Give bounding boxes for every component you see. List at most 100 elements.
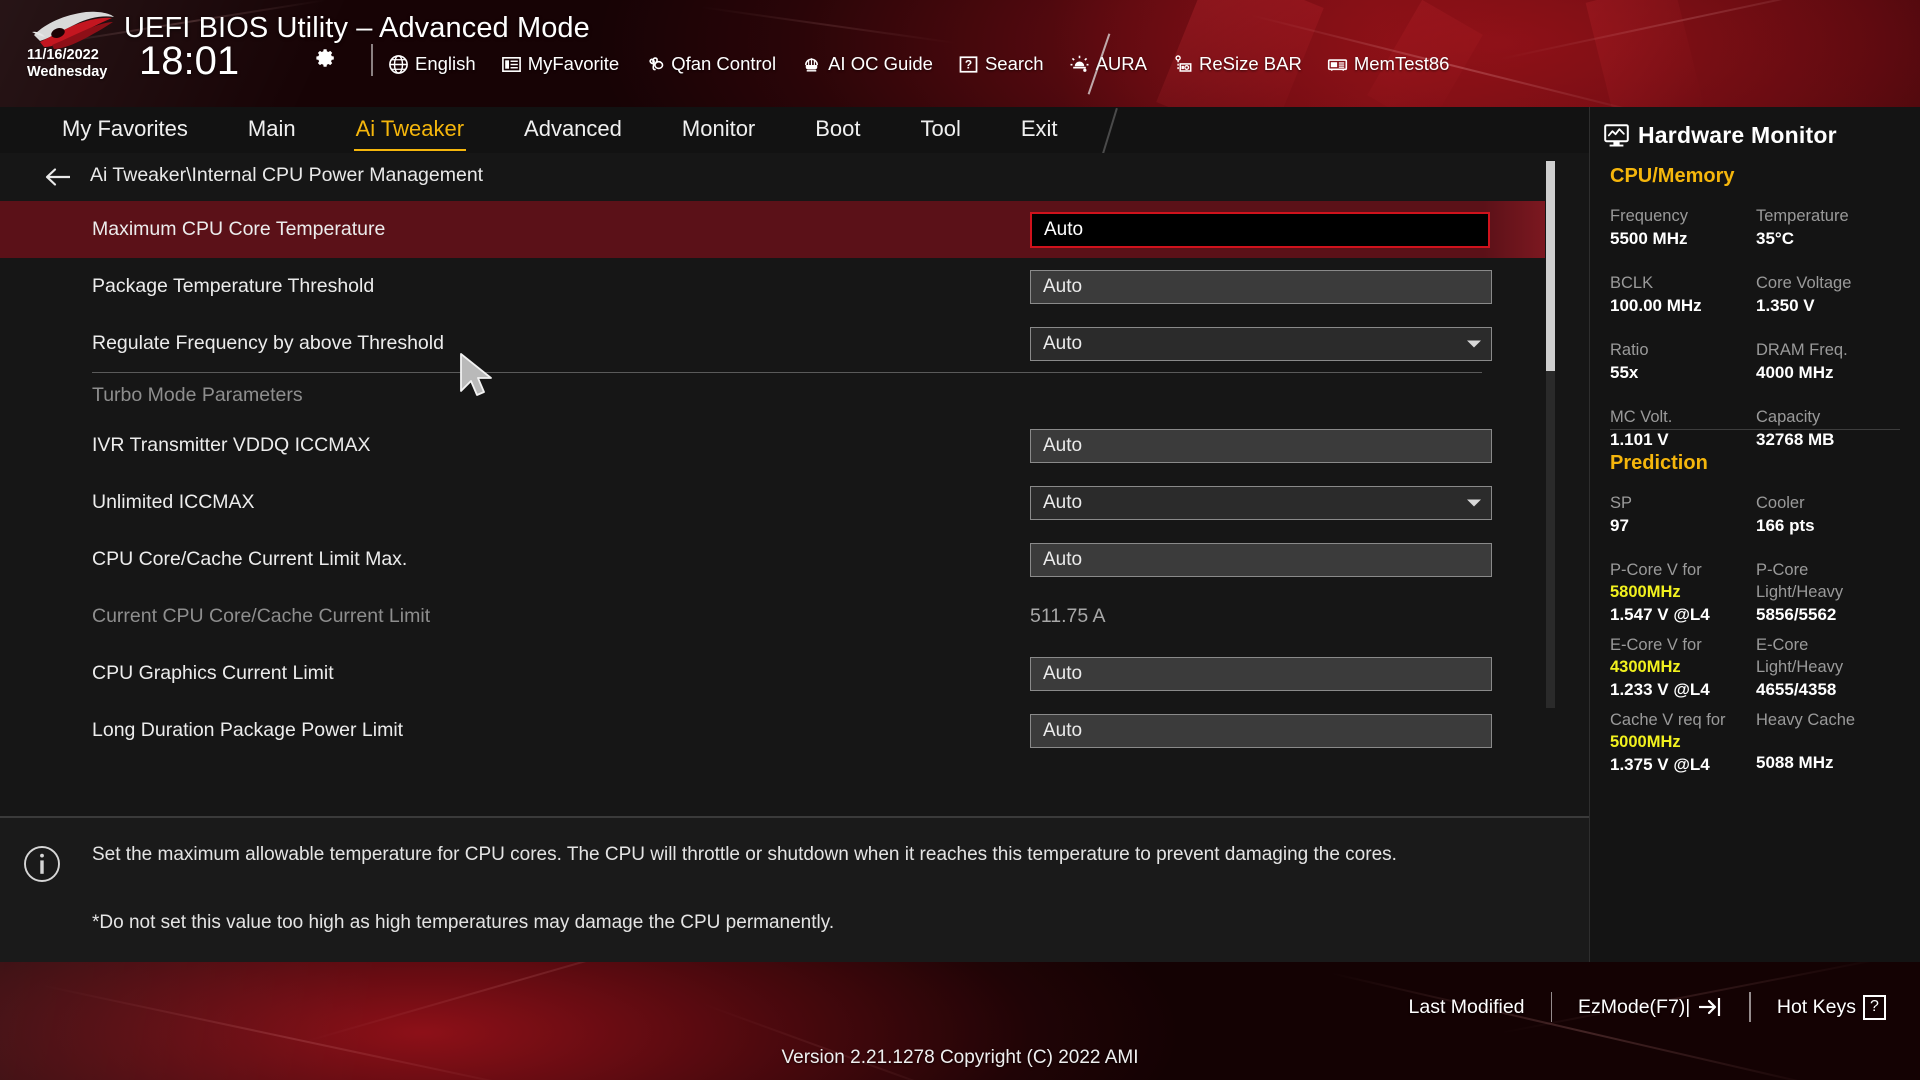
setting-row-regulate-frequency-by-above-threshold[interactable]: Regulate Frequency by above Threshold Au…	[0, 315, 1545, 372]
settings-panel: Ai Tweaker\Internal CPU Power Management…	[0, 153, 1589, 816]
tab-exit[interactable]: Exit	[1021, 116, 1058, 144]
setting-row-cpu-graphics-current-limit[interactable]: CPU Graphics Current Limit Auto	[0, 645, 1545, 702]
monitor-value: 166 pts	[1756, 516, 1815, 535]
tab-my-favorites[interactable]: My Favorites	[62, 116, 188, 144]
prediction-key-text: E-Core V for	[1610, 636, 1702, 654]
tab-ai-tweaker[interactable]: Ai Tweaker	[353, 116, 467, 151]
footer-bar: Last Modified EzMode(F7)| Hot Keys ? Ver…	[0, 962, 1920, 1080]
monitor-key: Ratio	[1610, 341, 1649, 359]
setting-value-input[interactable]: Auto	[1030, 269, 1492, 304]
prediction-key: E-Core Light/Heavy	[1756, 634, 1902, 678]
tab-main[interactable]: Main	[248, 116, 296, 144]
prediction-value: 1.547 V @L4	[1610, 605, 1710, 624]
monitor-cell: DRAM Freq. 4000 MHz	[1756, 339, 1902, 384]
setting-value-input[interactable]: Auto	[1030, 713, 1492, 748]
date-value: 11/16/2022	[27, 47, 99, 63]
help-panel: Set the maximum allowable temperature fo…	[0, 816, 1589, 962]
prediction-key: P-Core Light/Heavy	[1756, 559, 1902, 603]
setting-value-input[interactable]: Auto	[1030, 211, 1490, 248]
monitor-pair: SP 97 Cooler 166 pts	[1610, 492, 1902, 537]
monitor-cell: Cooler 166 pts	[1756, 492, 1902, 537]
svg-text:?: ?	[965, 57, 972, 71]
monitor-key: Core Voltage	[1756, 274, 1852, 292]
header-decor-shard	[1585, 0, 1705, 107]
monitor-key: Frequency	[1610, 207, 1688, 225]
hot-keys-button[interactable]: Hot Keys ?	[1777, 994, 1886, 1020]
prediction-frequency-highlight: 5000MHz	[1610, 733, 1681, 751]
tab-boot[interactable]: Boot	[815, 116, 860, 144]
monitor-cell: Temperature 35°C	[1756, 205, 1902, 250]
back-arrow-icon[interactable]	[44, 165, 72, 189]
ezmode-button[interactable]: EzMode(F7)|	[1578, 995, 1723, 1019]
setting-value-input[interactable]: Auto	[1030, 428, 1492, 463]
section-cpu-memory-grid: Frequency 5500 MHz Temperature 35°C BCLK…	[1610, 205, 1902, 463]
header-bar: UEFI BIOS Utility – Advanced Mode 11/16/…	[0, 0, 1920, 107]
monitor-value: 97	[1610, 516, 1629, 535]
tab-advanced[interactable]: Advanced	[524, 116, 622, 144]
monitor-value: 32768 MB	[1756, 430, 1835, 449]
monitor-value: 5500 MHz	[1610, 229, 1688, 248]
prediction-value: 1.233 V @L4	[1610, 680, 1710, 699]
header-separator	[371, 44, 373, 76]
language-label: English	[415, 53, 476, 74]
ai-oc-guide-button[interactable]: AI OC Guide	[801, 50, 946, 78]
setting-row-long-duration-package-power-limit[interactable]: Long Duration Package Power Limit Auto	[0, 702, 1545, 759]
setting-label: CPU Core/Cache Current Limit Max.	[92, 548, 408, 570]
prediction-row-cache: Cache V req for 5000MHz 1.375 V @L4 Heav…	[1610, 709, 1902, 776]
monitor-value: 35°C	[1756, 229, 1794, 248]
setting-label: Package Temperature Threshold	[92, 275, 375, 297]
prediction-cell: P-Core Light/Heavy 5856/5562	[1756, 559, 1902, 626]
prediction-key: P-Core V for 5800MHz	[1610, 559, 1756, 603]
header-toolbar: English MyFavorite Qfan Control AI OC Gu…	[388, 50, 1474, 78]
setting-row-ivr-transmitter-vddq-iccmax[interactable]: IVR Transmitter VDDQ ICCMAX Auto	[0, 417, 1545, 474]
setting-value-input[interactable]: Auto	[1030, 542, 1492, 577]
monitor-cell: BCLK 100.00 MHz	[1610, 272, 1756, 317]
setting-row-package-temperature-threshold[interactable]: Package Temperature Threshold Auto	[0, 258, 1545, 315]
aura-button[interactable]: AURA	[1069, 50, 1160, 78]
setting-row-cpu-core-cache-current-limit-max[interactable]: CPU Core/Cache Current Limit Max. Auto	[0, 531, 1545, 588]
memtest86-button[interactable]: MemTest86	[1327, 50, 1463, 78]
tab-monitor[interactable]: Monitor	[682, 116, 755, 144]
help-text-warning: *Do not set this value too high as high …	[92, 912, 835, 933]
prediction-value: 5088 MHz	[1756, 753, 1834, 772]
prediction-cell: Cache V req for 5000MHz 1.375 V @L4	[1610, 709, 1756, 776]
monitor-chart-icon	[1604, 124, 1629, 147]
prediction-cell: E-Core Light/Heavy 4655/4358	[1756, 634, 1902, 701]
setting-row-maximum-cpu-core-temperature[interactable]: Maximum CPU Core Temperature Auto	[0, 201, 1545, 258]
tab-tool[interactable]: Tool	[921, 116, 961, 144]
info-icon	[24, 846, 60, 882]
setting-label: Long Duration Package Power Limit	[92, 719, 404, 741]
setting-value-dropdown[interactable]: Auto	[1030, 485, 1492, 520]
language-button[interactable]: English	[388, 50, 489, 78]
setting-label: IVR Transmitter VDDQ ICCMAX	[92, 434, 371, 456]
search-button[interactable]: ? Search	[958, 50, 1057, 78]
myfavorite-button[interactable]: MyFavorite	[501, 50, 633, 78]
monitor-cell: SP 97	[1610, 492, 1756, 537]
prediction-row-e-core: E-Core V for 4300MHz 1.233 V @L4 E-Core L…	[1610, 634, 1902, 701]
setting-value-input[interactable]: Auto	[1030, 656, 1492, 691]
memtest-icon	[1327, 58, 1347, 71]
prediction-cell: Heavy Cache 5088 MHz	[1756, 709, 1902, 776]
setting-label: Regulate Frequency by above Threshold	[92, 332, 444, 354]
resize-bar-label: ReSize BAR	[1199, 53, 1302, 74]
hardware-monitor-title-label: Hardware Monitor	[1638, 122, 1837, 148]
monitor-pair: Frequency 5500 MHz Temperature 35°C	[1610, 205, 1902, 250]
setting-value-dropdown[interactable]: Auto	[1030, 326, 1492, 361]
section-cpu-memory-header: CPU/Memory	[1610, 165, 1735, 187]
gear-icon[interactable]	[315, 47, 337, 69]
monitor-key: SP	[1610, 494, 1633, 512]
resize-bar-button[interactable]: ReSize BAR	[1172, 50, 1315, 78]
settings-scrollbar-thumb[interactable]	[1546, 161, 1555, 371]
monitor-value: 100.00 MHz	[1610, 296, 1702, 315]
qfan-control-label: Qfan Control	[671, 53, 777, 74]
footer-actions: Last Modified EzMode(F7)| Hot Keys ?	[1409, 990, 1886, 1024]
aura-label: AURA	[1095, 53, 1147, 74]
monitor-pair: BCLK 100.00 MHz Core Voltage 1.350 V	[1610, 272, 1902, 317]
qfan-control-button[interactable]: Qfan Control	[644, 50, 789, 78]
prediction-key-text: P-Core V for	[1610, 561, 1702, 579]
setting-row-unlimited-iccmax[interactable]: Unlimited ICCMAX Auto	[0, 474, 1545, 531]
monitor-cell: Frequency 5500 MHz	[1610, 205, 1756, 250]
search-label: Search	[984, 53, 1044, 74]
section-prediction-header: Prediction	[1610, 452, 1708, 474]
last-modified-button[interactable]: Last Modified	[1409, 996, 1525, 1019]
